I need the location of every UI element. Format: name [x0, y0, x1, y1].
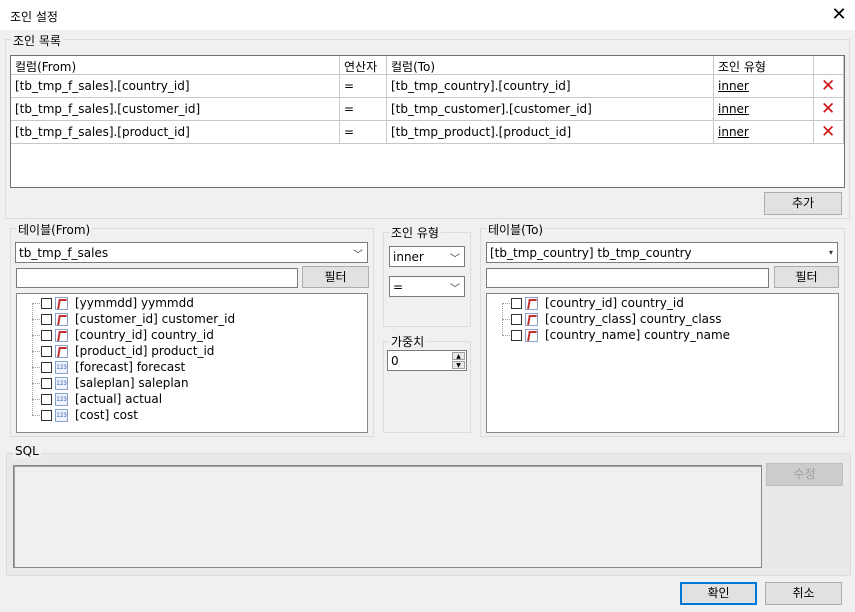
operator-select[interactable]: = ﹀ [389, 276, 465, 297]
row3-from[interactable]: [tb_tmp_f_sales].[product_id] [11, 121, 340, 144]
table-to-column-tree[interactable]: [country_id] country_id [country_class] … [486, 293, 839, 433]
tree-item[interactable]: [yymmdd] yymmdd [17, 296, 357, 312]
row2-delete-icon[interactable]: ✕ [814, 98, 844, 121]
tree-item[interactable]: [customer_id] customer_id [17, 312, 357, 328]
sql-textarea[interactable] [13, 465, 762, 568]
chevron-down-icon: ﹀ [450, 254, 460, 265]
row2-operator[interactable]: = [340, 98, 387, 121]
row2-from[interactable]: [tb_tmp_f_sales].[customer_id] [11, 98, 340, 121]
col-header-join-type[interactable]: 조인 유형 [714, 56, 814, 75]
chevron-down-icon: ﹀ [353, 250, 363, 261]
sql-edit-button[interactable]: 수정 [766, 463, 843, 486]
key-icon [55, 345, 68, 358]
table-from-filter-button[interactable]: 필터 [302, 266, 369, 288]
key-icon [525, 297, 538, 310]
weight-stepper[interactable]: 0 ▲ ▼ [387, 350, 467, 371]
row1-operator[interactable]: = [340, 75, 387, 98]
row2-to[interactable]: [tb_tmp_customer].[customer_id] [387, 98, 714, 121]
checkbox[interactable] [511, 298, 522, 309]
key-icon [55, 329, 68, 342]
table-from-label: 테이블(From) [16, 221, 93, 238]
row1-join-type-link[interactable]: inner [714, 75, 814, 98]
tree-item[interactable]: 123 [cost] cost [17, 408, 357, 424]
checkbox[interactable] [41, 410, 52, 421]
col-header-from[interactable]: 컬럼(From) [11, 56, 340, 75]
row3-operator[interactable]: = [340, 121, 387, 144]
row3-delete-icon[interactable]: ✕ [814, 121, 844, 144]
checkbox[interactable] [41, 378, 52, 389]
chevron-down-icon: ﹀ [450, 284, 460, 295]
col-header-to[interactable]: 컬럼(To) [387, 56, 714, 75]
checkbox[interactable] [41, 394, 52, 405]
table-to-selected: [tb_tmp_country] tb_tmp_country [490, 246, 692, 260]
tree-item[interactable]: 123 [actual] actual [17, 392, 357, 408]
key-icon [55, 297, 68, 310]
numeric-icon: 123 [55, 377, 68, 390]
cancel-button[interactable]: 취소 [765, 582, 842, 605]
col-header-delete [814, 56, 844, 75]
row3-to[interactable]: [tb_tmp_product].[product_id] [387, 121, 714, 144]
title-bar [0, 0, 855, 30]
table-to-filter-input[interactable] [486, 268, 769, 288]
chevron-down-icon: ▾ [828, 248, 833, 257]
checkbox[interactable] [41, 314, 52, 325]
row3-join-type-link[interactable]: inner [714, 121, 814, 144]
tree-item[interactable]: 123 [saleplan] saleplan [17, 376, 357, 392]
join-type-select[interactable]: inner ﹀ [389, 246, 465, 267]
table-from-column-tree[interactable]: [yymmdd] yymmdd [customer_id] customer_i… [16, 293, 368, 433]
table-to-filter-button[interactable]: 필터 [774, 266, 839, 288]
add-join-button[interactable]: 추가 [764, 192, 842, 215]
row1-to[interactable]: [tb_tmp_country].[country_id] [387, 75, 714, 98]
tree-item[interactable]: [country_class] country_class [487, 312, 827, 328]
key-icon [55, 313, 68, 326]
col-header-operator[interactable]: 연산자 [340, 56, 387, 75]
join-list-label: 조인 목록 [11, 32, 63, 49]
spin-up-icon[interactable]: ▲ [452, 352, 465, 360]
numeric-icon: 123 [55, 409, 68, 422]
checkbox[interactable] [41, 346, 52, 357]
numeric-icon: 123 [55, 361, 68, 374]
key-icon [525, 313, 538, 326]
checkbox[interactable] [41, 330, 52, 341]
tree-item[interactable]: [country_id] country_id [487, 296, 827, 312]
table-to-select[interactable]: [tb_tmp_country] tb_tmp_country ▾ [486, 242, 838, 263]
spin-down-icon[interactable]: ▼ [452, 361, 465, 369]
ok-button[interactable]: 확인 [680, 582, 757, 605]
row2-join-type-link[interactable]: inner [714, 98, 814, 121]
table-to-label: 테이블(To) [486, 221, 546, 238]
tree-item[interactable]: 123 [forecast] forecast [17, 360, 357, 376]
numeric-icon: 123 [55, 393, 68, 406]
checkbox[interactable] [41, 362, 52, 373]
tree-item[interactable]: [country_id] country_id [17, 328, 357, 344]
tree-item[interactable]: [country_name] country_name [487, 328, 827, 344]
table-from-select[interactable]: tb_tmp_f_sales ﹀ [15, 242, 368, 263]
row1-from[interactable]: [tb_tmp_f_sales].[country_id] [11, 75, 340, 98]
join-grid: 컬럼(From) 연산자 컬럼(To) 조인 유형 [tb_tmp_f_sale… [10, 55, 845, 188]
checkbox[interactable] [511, 330, 522, 341]
checkbox[interactable] [511, 314, 522, 325]
checkbox[interactable] [41, 298, 52, 309]
row1-delete-icon[interactable]: ✕ [814, 75, 844, 98]
tree-item[interactable]: [product_id] product_id [17, 344, 357, 360]
window-title: 조인 설정 [10, 10, 58, 24]
table-from-filter-input[interactable] [16, 268, 298, 288]
sql-label: SQL [13, 444, 41, 458]
table-from-selected: tb_tmp_f_sales [19, 246, 109, 260]
join-type-label: 조인 유형 [389, 224, 441, 241]
weight-label: 가중치 [389, 333, 427, 350]
close-icon[interactable]: ✕ [826, 3, 852, 27]
key-icon [525, 329, 538, 342]
